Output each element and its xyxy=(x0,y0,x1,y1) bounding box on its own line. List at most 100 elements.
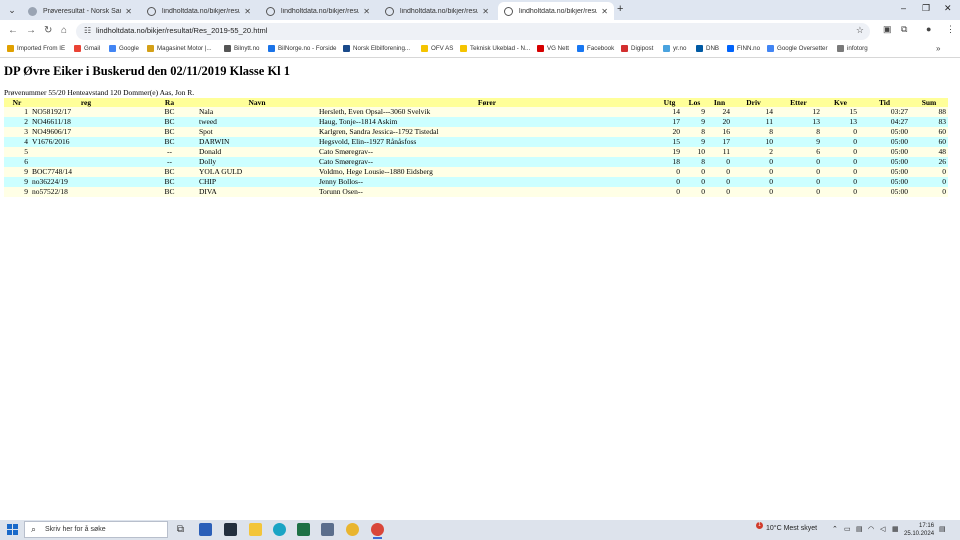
extensions-puzzle-icon[interactable]: ⧉ xyxy=(901,24,907,35)
table-cell: 0 xyxy=(775,167,822,177)
wifi-icon[interactable]: ◠ xyxy=(868,525,874,533)
table-cell: no36224/19 xyxy=(30,177,142,187)
table-cell: DARWIN xyxy=(197,137,317,147)
menu-kebab-icon[interactable]: ⋮ xyxy=(946,24,955,35)
bookmark-item[interactable]: Google xyxy=(109,45,139,52)
bookmark-item[interactable]: FINN.no xyxy=(727,45,760,52)
bookmark-item[interactable]: Gmail xyxy=(74,45,100,52)
browser-tab[interactable]: lindholtdata.no/bikjer/resultat/✕ xyxy=(498,2,614,20)
folder-icon xyxy=(7,45,14,52)
search-placeholder: Skriv her for å søke xyxy=(45,526,106,533)
table-cell: 0 xyxy=(822,137,859,147)
taskbar-search-box[interactable]: ⌕ Skriv her for å søke xyxy=(24,521,168,538)
maximize-icon[interactable]: ❐ xyxy=(922,3,930,14)
browser-tab[interactable]: lindholtdata.no/bikjer/resultat/✕ xyxy=(379,2,495,20)
column-header: Los xyxy=(682,98,707,107)
volume-icon[interactable]: ◁ xyxy=(880,525,885,533)
table-cell: 0 xyxy=(822,147,859,157)
bookmark-item[interactable]: Digipost xyxy=(621,45,653,52)
table-cell: Cato Smøregrav-- xyxy=(317,147,657,157)
weather-widget[interactable]: 10°C Mest skyet xyxy=(766,525,817,532)
calculator-icon[interactable] xyxy=(321,523,334,536)
profile-avatar-icon[interactable]: ● xyxy=(926,24,931,34)
bookmark-label: infotorg xyxy=(847,45,868,52)
excel-icon[interactable] xyxy=(297,523,310,536)
bookmark-item[interactable]: VG Nett xyxy=(537,45,569,52)
browser-tab[interactable]: lindholtdata.no/bikjer/resultat/✕ xyxy=(141,2,257,20)
bookmark-item[interactable]: Imported From IE xyxy=(7,45,65,52)
windows-start-icon[interactable] xyxy=(7,524,18,535)
table-cell: 60 xyxy=(910,127,948,137)
file-explorer-icon[interactable] xyxy=(249,523,262,536)
bookmark-item[interactable]: Teknisk Ukeblad - N... xyxy=(460,45,530,52)
table-cell: 05:00 xyxy=(859,167,910,177)
browser-tab[interactable]: Prøveresultat - Norsk Sau og Ge ✕ xyxy=(22,2,138,20)
minimize-icon[interactable]: – xyxy=(901,3,906,13)
browser-tab[interactable]: lindholtdata.no/bikjer/resultat/✕ xyxy=(260,2,376,20)
table-cell: 9 xyxy=(4,177,30,187)
bookmark-star-icon[interactable]: ☆ xyxy=(856,25,864,36)
task-view-icon[interactable]: ⧉ xyxy=(174,523,187,536)
bookmark-item[interactable]: Bilnytt.no xyxy=(224,45,259,52)
table-cell: 0 xyxy=(822,167,859,177)
site-info-icon[interactable]: ☷ xyxy=(84,26,91,35)
table-row: 9 no57522/18 BC DIVA Torunn Osen-- 0 0 0 0 0 0 05:0… xyxy=(4,187,948,197)
table-cell: Voldmo, Hege Lousie--1880 Eidsberg xyxy=(317,167,657,177)
address-bar[interactable]: ☷ lindholtdata.no/bikjer/resultat/Res_20… xyxy=(76,23,870,40)
close-tab-icon[interactable]: ✕ xyxy=(601,7,608,16)
bookmark-item[interactable]: Google Oversetter xyxy=(767,45,828,52)
system-clock[interactable]: 17:16 25.10.2024 xyxy=(904,522,934,538)
bookmark-item[interactable]: Magasinet Motor |... xyxy=(147,45,212,52)
forward-arrow-icon[interactable]: → xyxy=(26,25,36,36)
language-icon[interactable]: ▦ xyxy=(892,525,899,533)
bookmarks-overflow-chevron-icon[interactable]: » xyxy=(936,44,940,53)
table-cell: 11 xyxy=(732,117,775,127)
chrome-profile-icon[interactable] xyxy=(371,523,384,539)
table-cell: CHIP xyxy=(197,177,317,187)
table-cell: 0 xyxy=(910,187,948,197)
battery-icon[interactable]: ▭ xyxy=(844,525,851,533)
tab-search-chevron-icon[interactable]: ⌄ xyxy=(4,3,20,17)
bookmark-item[interactable]: BilNorge.no - Forside xyxy=(268,45,336,52)
tray-chevron-icon[interactable]: ⌃ xyxy=(832,525,838,533)
bookmark-favicon-icon xyxy=(109,45,116,52)
reload-icon[interactable]: ↻ xyxy=(44,25,52,36)
table-cell: Spot xyxy=(197,127,317,137)
close-tab-icon[interactable]: ✕ xyxy=(363,7,370,16)
table-cell: 15 xyxy=(657,137,682,147)
close-window-icon[interactable]: ✕ xyxy=(944,3,952,14)
bookmark-item[interactable]: Norsk Elbilforening... xyxy=(343,45,410,52)
word-icon[interactable] xyxy=(199,523,212,536)
notifications-icon[interactable]: ▤ xyxy=(939,525,946,533)
table-cell: Cato Smøregrav-- xyxy=(317,157,657,167)
back-arrow-icon[interactable]: ← xyxy=(8,25,18,36)
table-cell: 05:00 xyxy=(859,137,910,147)
table-cell: tweed xyxy=(197,117,317,127)
bookmark-favicon-icon xyxy=(837,45,844,52)
table-cell: 19 xyxy=(657,147,682,157)
bookmark-label: Bilnytt.no xyxy=(234,45,260,52)
home-icon[interactable]: ⌂ xyxy=(61,25,67,36)
bookmark-item[interactable]: Facebook xyxy=(577,45,614,52)
amazon-icon[interactable] xyxy=(224,523,237,536)
extension-icon[interactable]: ▣ xyxy=(883,24,892,35)
bookmark-favicon-icon xyxy=(147,45,154,52)
table-cell: 0 xyxy=(822,157,859,167)
bookmark-item[interactable]: infotorg xyxy=(837,45,868,52)
close-tab-icon[interactable]: ✕ xyxy=(244,7,251,16)
url-text[interactable]: lindholtdata.no/bikjer/resultat/Res_2019… xyxy=(96,26,267,35)
tab-title: lindholtdata.no/bikjer/resultat/ xyxy=(400,7,479,15)
network-icon[interactable]: ▤ xyxy=(856,525,863,533)
chrome-icon[interactable] xyxy=(346,523,359,536)
edge-icon[interactable] xyxy=(273,523,286,536)
bookmark-label: BilNorge.no - Forside xyxy=(278,45,337,52)
bookmark-item[interactable]: OFV AS xyxy=(421,45,453,52)
bookmark-item[interactable]: DNB xyxy=(696,45,719,52)
close-tab-icon[interactable]: ✕ xyxy=(125,7,132,16)
new-tab-plus-icon[interactable]: + xyxy=(617,3,623,15)
table-cell: BC xyxy=(142,107,197,117)
bookmark-favicon-icon xyxy=(224,45,231,52)
bookmark-item[interactable]: yr.no xyxy=(663,45,686,52)
close-tab-icon[interactable]: ✕ xyxy=(482,7,489,16)
bookmark-label: Norsk Elbilforening... xyxy=(353,45,411,52)
